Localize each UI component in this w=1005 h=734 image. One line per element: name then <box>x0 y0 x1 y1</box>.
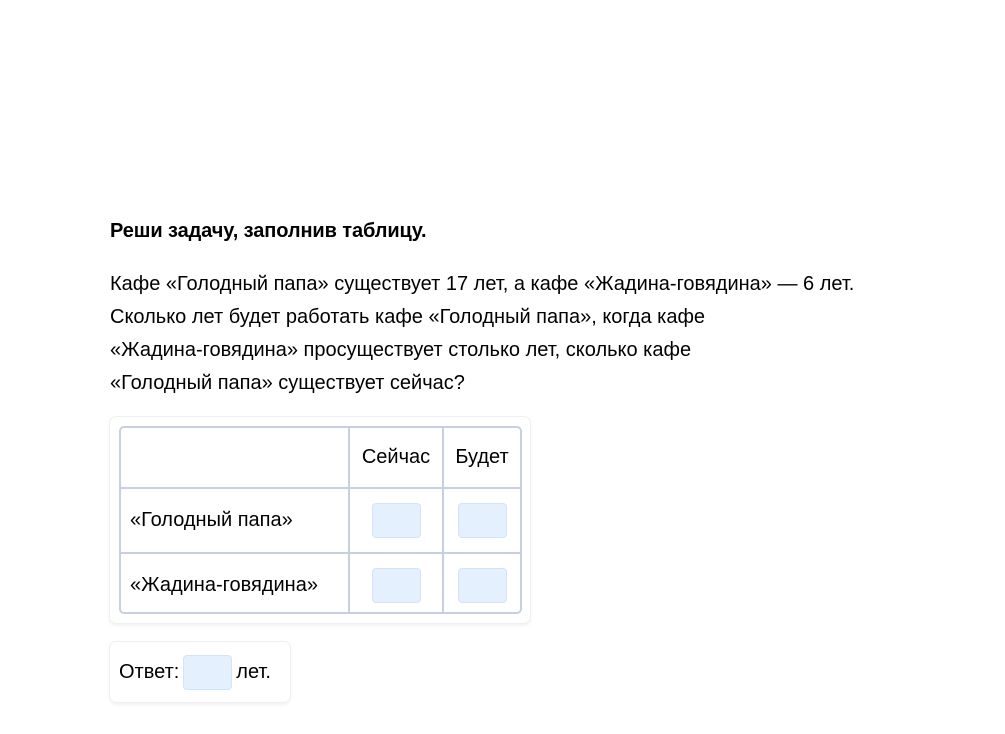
problem-text: Кафе «Голодный папа» существует 17 лет, … <box>110 268 940 400</box>
answer-card: Ответ: лет. <box>110 642 290 702</box>
now-cell <box>348 554 442 612</box>
golodny-papa-now-input[interactable] <box>371 503 421 538</box>
row-label: «Жадина-говядина» <box>130 573 318 596</box>
table-header-now: Сейчас <box>348 428 442 487</box>
table-row-zhadina-govyadina: «Жадина-говядина» <box>121 552 520 612</box>
fill-table: Сейчас Будет «Голодный папа» «Жадина-гов… <box>119 426 522 614</box>
row-label: «Голодный папа» <box>130 509 293 531</box>
task-page: Реши задачу, заполнив таблицу. Кафе «Гол… <box>0 0 1005 734</box>
zhadina-govyadina-now-input[interactable] <box>371 567 421 603</box>
table-header-empty <box>121 428 348 487</box>
problem-text-line: «Жадина-говядина» просуществует столько … <box>110 339 692 361</box>
fill-table-card: Сейчас Будет «Голодный папа» «Жадина-гов… <box>110 417 530 623</box>
table-row-golodny-papa: «Голодный папа» <box>121 487 520 552</box>
problem-text-line: Сколько лет будет работать кафе «Голодны… <box>110 306 706 328</box>
golodny-papa-future-input[interactable] <box>457 503 507 538</box>
future-cell <box>442 554 520 612</box>
future-cell <box>442 489 520 552</box>
zhadina-govyadina-future-input[interactable] <box>457 567 507 603</box>
table-header-row: Сейчас Будет <box>121 428 520 487</box>
answer-label: Ответ: <box>119 660 180 683</box>
answer-unit: лет. <box>236 660 271 683</box>
answer-input[interactable] <box>183 654 233 690</box>
table-header-future: Будет <box>442 428 520 487</box>
now-cell <box>348 489 442 552</box>
problem-text-line: «Голодный папа» существует сейчас? <box>110 372 465 394</box>
task-title: Реши задачу, заполнив таблицу. <box>110 220 427 242</box>
problem-text-line: Кафе «Голодный папа» существует 17 лет, … <box>110 273 855 295</box>
